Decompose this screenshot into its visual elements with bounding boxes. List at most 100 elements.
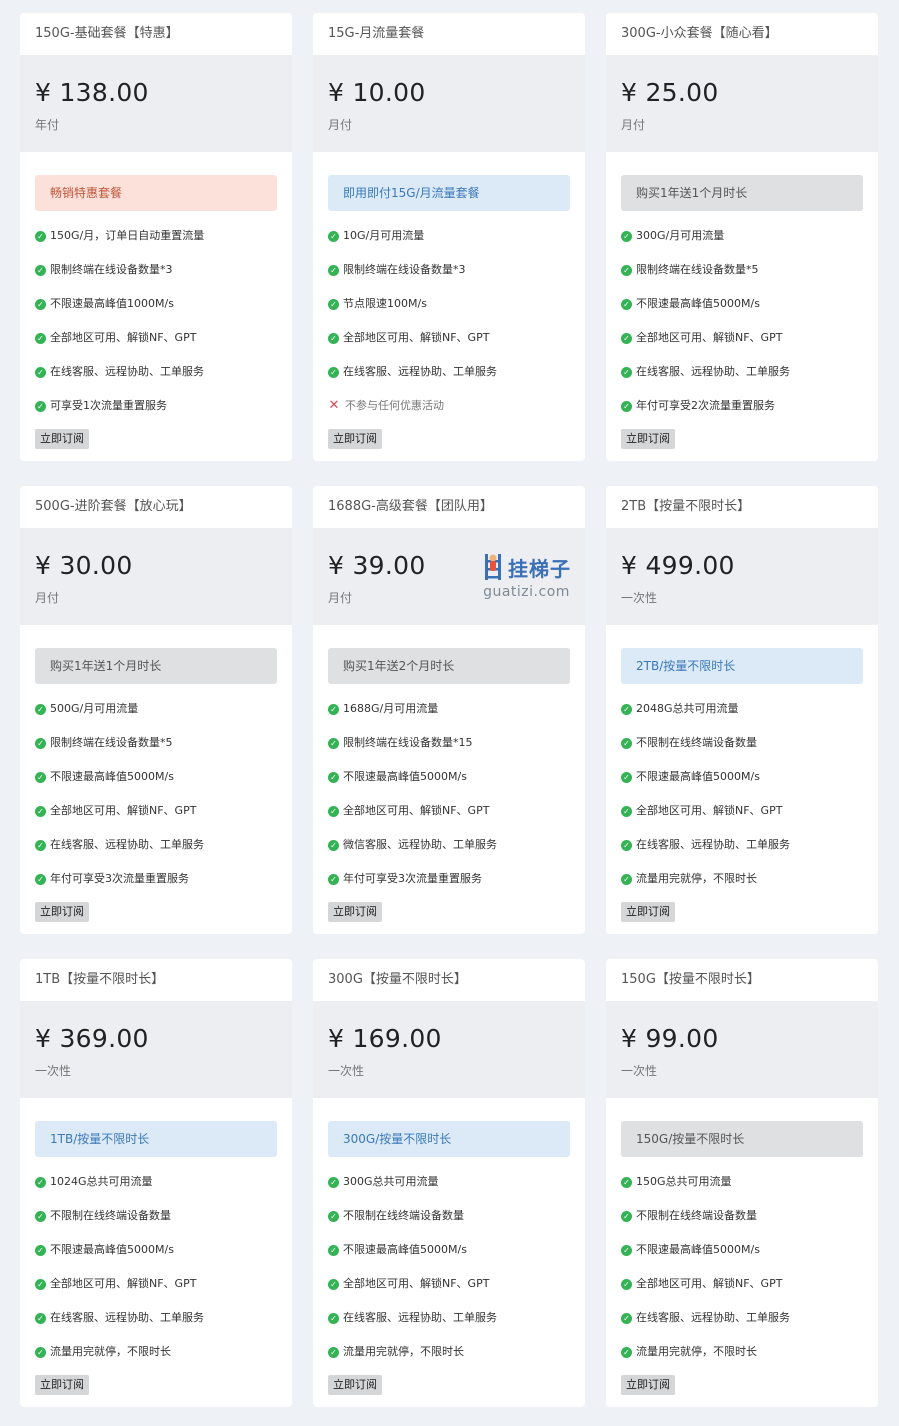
subscribe-button[interactable]: 立即订阅 bbox=[328, 429, 382, 449]
price-box: ¥ 138.00 年付 bbox=[20, 55, 292, 152]
check-circle-icon: ✓ bbox=[328, 264, 339, 276]
check-circle-icon: ✓ bbox=[328, 703, 339, 715]
feature-text: 在线客服、远程协助、工单服务 bbox=[50, 838, 204, 851]
plan-body: 1TB/按量不限时长 ✓ 1024G总共可用流量 ✓ 不限制在线终端设备数量 ✓ 不限速最… bbox=[20, 1098, 292, 1395]
check-circle-icon: ✓ bbox=[621, 332, 632, 344]
feature-item: ✓ 不限制在线终端设备数量 bbox=[621, 1199, 863, 1233]
feature-item: ✓ 不限速最高峰值5000M/s bbox=[328, 1233, 570, 1267]
subscribe-button[interactable]: 立即订阅 bbox=[621, 429, 675, 449]
feature-item: ✓ 全部地区可用、解锁NF、GPT bbox=[328, 321, 570, 355]
plan-body: 购买1年送1个月时长 ✓ 500G/月可用流量 ✓ 限制终端在线设备数量*5 ✓ 不限速最… bbox=[20, 625, 292, 922]
feature-text: 在线客服、远程协助、工单服务 bbox=[636, 1311, 790, 1324]
check-circle-icon: ✓ bbox=[621, 230, 632, 242]
feature-text: 流量用完就停，不限时长 bbox=[343, 1345, 464, 1358]
feature-text: 在线客服、远程协助、工单服务 bbox=[50, 1311, 204, 1324]
plan-body: 2TB/按量不限时长 ✓ 2048G总共可用流量 ✓ 不限制在线终端设备数量 ✓ 不限速最… bbox=[606, 625, 878, 922]
feature-item: ✓ 全部地区可用、解锁NF、GPT bbox=[35, 794, 277, 828]
check-circle-icon: ✓ bbox=[328, 1346, 339, 1358]
plan-title: 300G-小众套餐【随心看】 bbox=[621, 26, 778, 41]
check-circle-icon: ✓ bbox=[35, 771, 46, 783]
feature-text: 限制终端在线设备数量*3 bbox=[343, 263, 466, 276]
feature-text: 不限制在线终端设备数量 bbox=[636, 736, 757, 749]
plan-card-5: 1688G-高级套餐【团队用】 ¥ 39.00 月付 挂梯子 guatizi.c… bbox=[313, 486, 585, 934]
plan-title: 500G-进阶套餐【放心玩】 bbox=[35, 499, 192, 514]
subscribe-button[interactable]: 立即订阅 bbox=[621, 902, 675, 922]
feature-text: 不限速最高峰值1000M/s bbox=[50, 297, 174, 310]
subscribe-button[interactable]: 立即订阅 bbox=[35, 1375, 89, 1395]
feature-item: ✓ 不限速最高峰值5000M/s bbox=[621, 1233, 863, 1267]
billing-cycle: 一次性 bbox=[621, 1064, 658, 1078]
check-circle-icon: ✓ bbox=[621, 1312, 632, 1324]
billing-cycle: 月付 bbox=[328, 118, 353, 132]
check-circle-icon: ✓ bbox=[621, 366, 632, 378]
check-circle-icon: ✓ bbox=[35, 366, 46, 378]
check-circle-icon: ✓ bbox=[621, 264, 632, 276]
check-circle-icon: ✓ bbox=[328, 805, 339, 817]
feature-item: ✓ 150G/月，订单日自动重置流量 bbox=[35, 219, 277, 253]
check-circle-icon: ✓ bbox=[35, 400, 46, 412]
plan-price: ¥ 369.00 bbox=[35, 1024, 149, 1053]
feature-text: 10G/月可用流量 bbox=[343, 229, 425, 242]
feature-text: 可享受1次流量重置服务 bbox=[50, 399, 167, 412]
check-circle-icon: ✓ bbox=[328, 1176, 339, 1188]
feature-text: 300G总共可用流量 bbox=[343, 1175, 439, 1188]
check-circle-icon: ✓ bbox=[35, 1312, 46, 1324]
cross-icon: ✕ bbox=[328, 398, 340, 413]
check-circle-icon: ✓ bbox=[621, 400, 632, 412]
feature-list: ✓ 150G总共可用流量 ✓ 不限制在线终端设备数量 ✓ 不限速最高峰值5000M/s ✓ 全… bbox=[621, 1165, 863, 1369]
plan-grid: 150G-基础套餐【特惠】 ¥ 138.00 年付 畅销特惠套餐 ✓ 150G/月… bbox=[0, 0, 899, 1407]
feature-item: ✓ 不限速最高峰值5000M/s bbox=[621, 760, 863, 794]
feature-item: ✓ 不限速最高峰值1000M/s bbox=[35, 287, 277, 321]
feature-item: ✓ 流量用完就停，不限时长 bbox=[328, 1335, 570, 1369]
feature-text: 年付可享受3次流量重置服务 bbox=[50, 872, 189, 885]
check-circle-icon: ✓ bbox=[621, 703, 632, 715]
plan-card-2: 15G-月流量套餐 ¥ 10.00 月付 即用即付15G/月流量套餐 ✓ 10G/… bbox=[313, 13, 585, 461]
feature-text: 全部地区可用、解锁NF、GPT bbox=[343, 1277, 490, 1290]
subscribe-button[interactable]: 立即订阅 bbox=[35, 429, 89, 449]
check-circle-icon: ✓ bbox=[621, 805, 632, 817]
feature-list: ✓ 2048G总共可用流量 ✓ 不限制在线终端设备数量 ✓ 不限速最高峰值5000M/s ✓… bbox=[621, 692, 863, 896]
check-circle-icon: ✓ bbox=[35, 873, 46, 885]
watermark-logo: 挂梯子 guatizi.com bbox=[482, 552, 571, 600]
billing-cycle: 一次性 bbox=[35, 1064, 72, 1078]
feature-item: ✓ 全部地区可用、解锁NF、GPT bbox=[328, 1267, 570, 1301]
plan-price: ¥ 499.00 bbox=[621, 551, 735, 580]
check-circle-icon: ✓ bbox=[35, 737, 46, 749]
plan-card-4: 500G-进阶套餐【放心玩】 ¥ 30.00 月付 购买1年送1个月时长 ✓ 50… bbox=[20, 486, 292, 934]
subscribe-button[interactable]: 立即订阅 bbox=[35, 902, 89, 922]
feature-item: ✓ 1688G/月可用流量 bbox=[328, 692, 570, 726]
feature-item: ✓ 在线客服、远程协助、工单服务 bbox=[35, 828, 277, 862]
feature-item: ✓ 年付可享受3次流量重置服务 bbox=[35, 862, 277, 896]
feature-text: 全部地区可用、解锁NF、GPT bbox=[343, 331, 490, 344]
check-circle-icon: ✓ bbox=[621, 298, 632, 310]
feature-text: 150G总共可用流量 bbox=[636, 1175, 732, 1188]
feature-item: ✓ 可享受1次流量重置服务 bbox=[35, 389, 277, 423]
subscribe-button[interactable]: 立即订阅 bbox=[621, 1375, 675, 1395]
feature-text: 不限制在线终端设备数量 bbox=[50, 1209, 171, 1222]
feature-text: 不参与任何优惠活动 bbox=[345, 399, 444, 412]
feature-list: ✓ 500G/月可用流量 ✓ 限制终端在线设备数量*5 ✓ 不限速最高峰值5000M/s ✓… bbox=[35, 692, 277, 896]
feature-text: 全部地区可用、解锁NF、GPT bbox=[50, 331, 197, 344]
feature-item: ✓ 年付可享受3次流量重置服务 bbox=[328, 862, 570, 896]
feature-text: 150G/月，订单日自动重置流量 bbox=[50, 229, 205, 242]
subscribe-button[interactable]: 立即订阅 bbox=[328, 902, 382, 922]
feature-text: 微信客服、远程协助、工单服务 bbox=[343, 838, 497, 851]
plan-body: 150G/按量不限时长 ✓ 150G总共可用流量 ✓ 不限制在线终端设备数量 ✓ 不限速最… bbox=[606, 1098, 878, 1395]
feature-item: ✓ 1024G总共可用流量 bbox=[35, 1165, 277, 1199]
feature-item: ✓ 微信客服、远程协助、工单服务 bbox=[328, 828, 570, 862]
feature-text: 流量用完就停，不限时长 bbox=[636, 1345, 757, 1358]
subscribe-button[interactable]: 立即订阅 bbox=[328, 1375, 382, 1395]
feature-text: 不限速最高峰值5000M/s bbox=[343, 770, 467, 783]
check-circle-icon: ✓ bbox=[35, 703, 46, 715]
plan-tag: 300G/按量不限时长 bbox=[328, 1121, 570, 1157]
billing-cycle: 月付 bbox=[35, 591, 60, 605]
feature-item: ✓ 流量用完就停，不限时长 bbox=[621, 1335, 863, 1369]
check-circle-icon: ✓ bbox=[328, 1244, 339, 1256]
check-circle-icon: ✓ bbox=[621, 737, 632, 749]
feature-item: ✓ 在线客服、远程协助、工单服务 bbox=[328, 355, 570, 389]
price-box: ¥ 499.00 一次性 bbox=[606, 528, 878, 625]
feature-text: 流量用完就停，不限时长 bbox=[50, 1345, 171, 1358]
feature-text: 限制终端在线设备数量*5 bbox=[636, 263, 759, 276]
feature-item: ✓ 不限速最高峰值5000M/s bbox=[35, 1233, 277, 1267]
feature-list: ✓ 10G/月可用流量 ✓ 限制终端在线设备数量*3 ✓ 节点限速100M/s ✓ 全部地区可… bbox=[328, 219, 570, 423]
